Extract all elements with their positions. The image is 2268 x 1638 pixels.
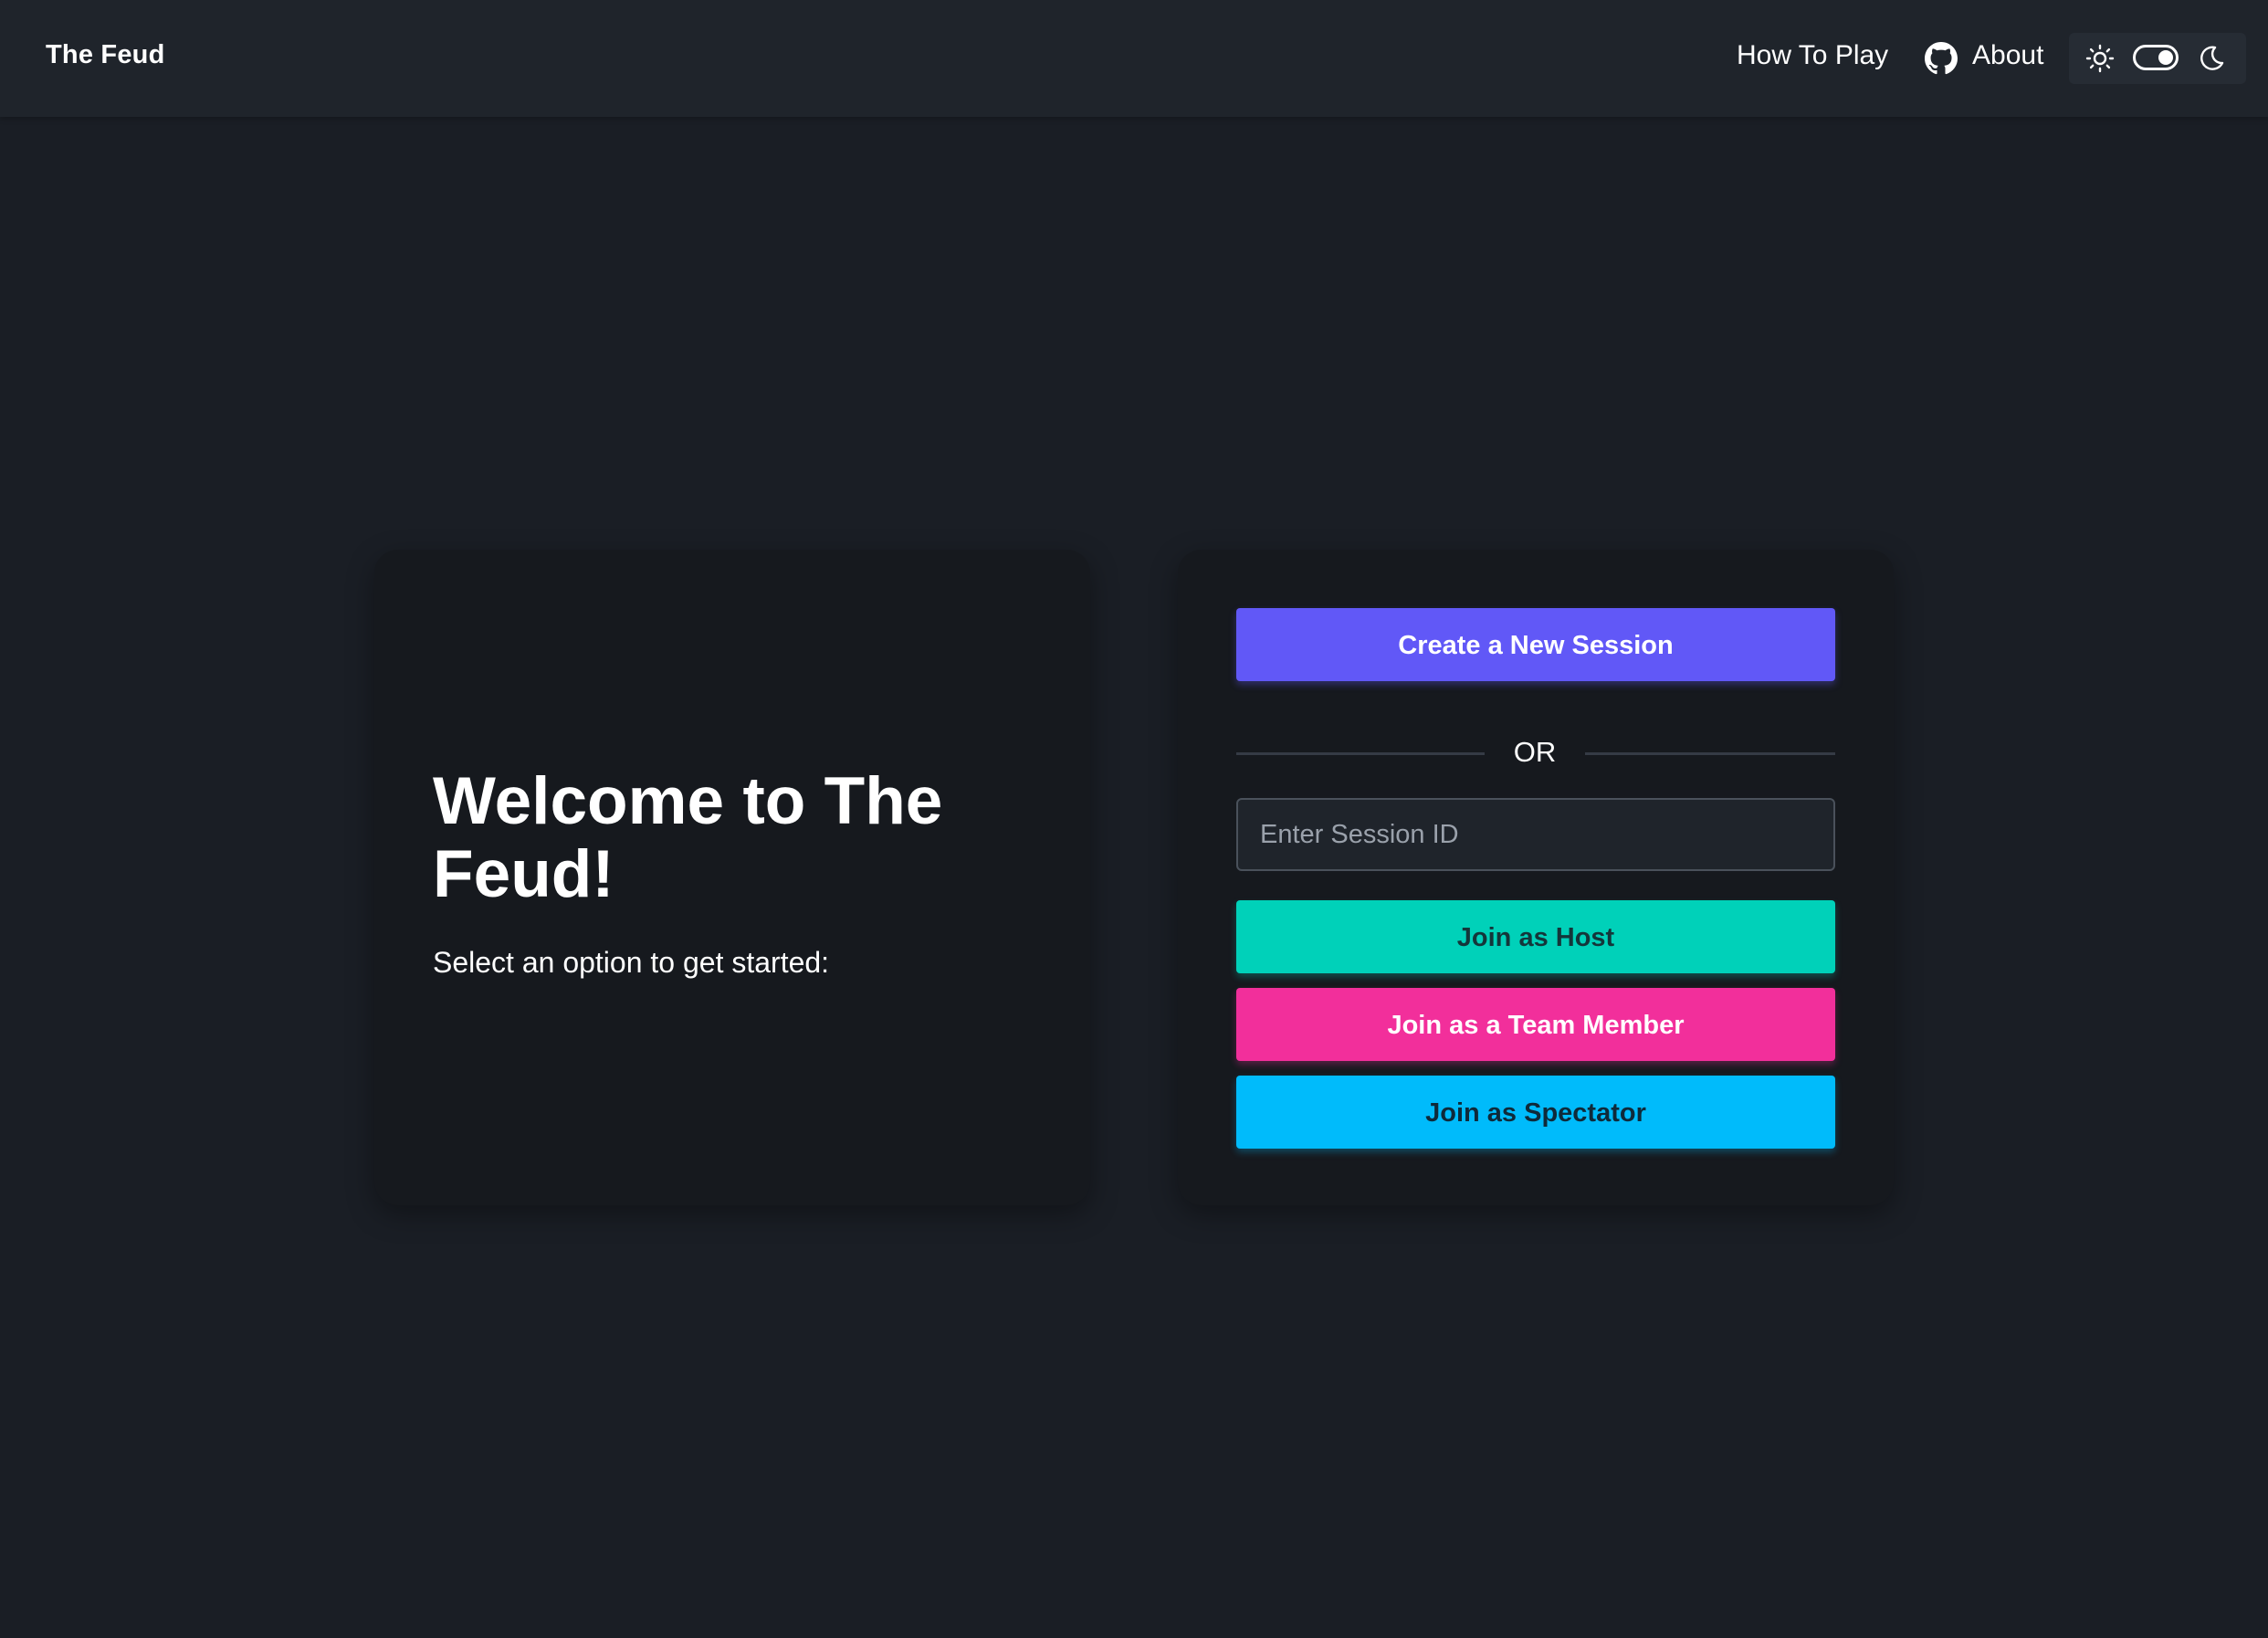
about-link[interactable]: About [1972,40,2043,71]
brand-title[interactable]: The Feud [46,40,165,70]
welcome-subtitle: Select an option to get started: [433,946,830,979]
divider-right [1585,752,1835,755]
session-id-input[interactable] [1236,798,1835,871]
how-to-play-link[interactable]: How To Play [1737,40,1888,71]
app-page: The Feud How To Play About Welcome to Th… [0,0,2268,1638]
welcome-title: Welcome to The Feud! [433,764,943,911]
sun-icon [2085,44,2115,73]
moon-icon [2200,46,2224,70]
divider-left [1236,752,1485,755]
github-icon[interactable] [1925,42,1958,75]
or-divider-label: OR [1513,736,1557,768]
theme-switcher [2069,33,2246,84]
join-team-member-button[interactable]: Join as a Team Member [1236,988,1835,1061]
create-session-button[interactable]: Create a New Session [1236,608,1835,681]
join-host-button[interactable]: Join as Host [1236,900,1835,973]
join-spectator-button[interactable]: Join as Spectator [1236,1076,1835,1149]
top-navbar: The Feud How To Play About [0,0,2268,117]
session-card: Create a New Session OR Join as Host Joi… [1178,550,1894,1205]
welcome-card: Welcome to The Feud! Select an option to… [374,550,1090,1205]
theme-toggle[interactable] [2133,45,2179,70]
toggle-knob [2158,50,2173,65]
